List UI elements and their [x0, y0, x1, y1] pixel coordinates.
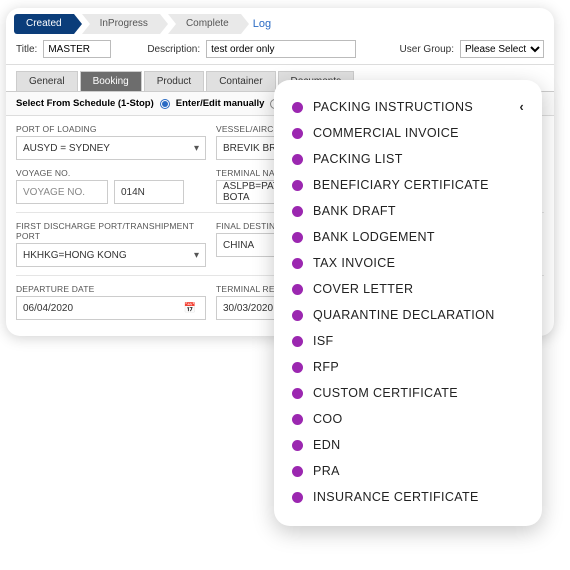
schedule-select-label: Select From Schedule (1-Stop)	[16, 98, 154, 109]
doc-label: EDN	[313, 438, 341, 452]
doc-label: BANK DRAFT	[313, 204, 396, 218]
doc-item-beneficiary-certificate[interactable]: BENEFICIARY CERTIFICATE	[290, 172, 526, 198]
doc-item-bank-lodgement[interactable]: BANK LODGEMENT	[290, 224, 526, 250]
select-first-discharge[interactable]: HKHKG=HONG KONG ▾	[16, 243, 206, 267]
chevron-left-icon: ‹	[519, 100, 524, 114]
doc-item-isf[interactable]: ISF	[290, 328, 526, 354]
bullet-icon	[292, 232, 303, 243]
bullet-icon	[292, 258, 303, 269]
doc-label: QUARANTINE DECLARATION	[313, 308, 495, 322]
doc-item-packing-instructions[interactable]: PACKING INSTRUCTIONS ‹	[290, 94, 526, 120]
doc-label: RFP	[313, 360, 339, 374]
doc-label: BENEFICIARY CERTIFICATE	[313, 178, 489, 192]
doc-item-packing-list[interactable]: PACKING LIST	[290, 146, 526, 172]
value-departure: 06/04/2020	[23, 303, 73, 314]
bullet-icon	[292, 466, 303, 477]
doc-label: COVER LETTER	[313, 282, 413, 296]
documents-panel: PACKING INSTRUCTIONS ‹ COMMERCIAL INVOIC…	[274, 80, 542, 526]
value-first-discharge: HKHKG=HONG KONG	[23, 250, 127, 261]
bullet-icon	[292, 336, 303, 347]
bullet-icon	[292, 154, 303, 165]
doc-item-insurance-certificate[interactable]: INSURANCE CERTIFICATE	[290, 484, 526, 510]
doc-label: CUSTOM CERTIFICATE	[313, 386, 458, 400]
log-link[interactable]: Log	[253, 18, 271, 30]
doc-label: INSURANCE CERTIFICATE	[313, 490, 479, 504]
doc-item-edn[interactable]: EDN	[290, 432, 526, 458]
doc-item-commercial-invoice[interactable]: COMMERCIAL INVOICE	[290, 120, 526, 146]
doc-item-custom-certificate[interactable]: CUSTOM CERTIFICATE	[290, 380, 526, 406]
bullet-icon	[292, 128, 303, 139]
status-complete[interactable]: Complete	[168, 14, 241, 34]
calendar-icon: 📅	[181, 303, 199, 314]
doc-label: BANK LODGEMENT	[313, 230, 435, 244]
doc-label: COMMERCIAL INVOICE	[313, 126, 459, 140]
doc-label: PACKING LIST	[313, 152, 403, 166]
usergroup-label: User Group:	[400, 44, 454, 55]
input-voyage-val[interactable]: 014N	[114, 180, 184, 204]
doc-label: PACKING INSTRUCTIONS	[313, 100, 473, 114]
doc-item-cover-letter[interactable]: COVER LETTER	[290, 276, 526, 302]
doc-label: ISF	[313, 334, 334, 348]
label-port-loading: PORT OF LOADING	[16, 124, 206, 134]
bullet-icon	[292, 180, 303, 191]
desc-label: Description:	[147, 44, 200, 55]
value-voyage: 014N	[121, 187, 145, 198]
status-row: Created InProgress Complete Log	[6, 8, 554, 38]
doc-item-coo[interactable]: COO	[290, 406, 526, 432]
status-created[interactable]: Created	[14, 14, 74, 34]
doc-item-tax-invoice[interactable]: TAX INVOICE	[290, 250, 526, 276]
status-inprogress[interactable]: InProgress	[82, 14, 160, 34]
select-port-loading[interactable]: AUSYD = SYDNEY ▾	[16, 136, 206, 160]
bullet-icon	[292, 284, 303, 295]
title-label: Title:	[16, 44, 37, 55]
title-input[interactable]	[43, 40, 111, 58]
doc-item-rfp[interactable]: RFP	[290, 354, 526, 380]
doc-label: PRA	[313, 464, 340, 478]
usergroup-select[interactable]: Please Select	[460, 40, 544, 58]
doc-item-quarantine-declaration[interactable]: QUARANTINE DECLARATION	[290, 302, 526, 328]
manual-label: Enter/Edit manually	[176, 98, 265, 109]
bullet-icon	[292, 388, 303, 399]
bullet-icon	[292, 440, 303, 451]
doc-item-bank-draft[interactable]: BANK DRAFT	[290, 198, 526, 224]
bullet-icon	[292, 310, 303, 321]
value-port-loading: AUSYD = SYDNEY	[23, 143, 110, 154]
placeholder-voyage: VOYAGE NO.	[23, 187, 85, 198]
bullet-icon	[292, 362, 303, 373]
label-voyage: VOYAGE NO.	[16, 168, 206, 178]
bullet-icon	[292, 102, 303, 113]
doc-label: TAX INVOICE	[313, 256, 395, 270]
tab-product[interactable]: Product	[144, 71, 204, 91]
radio-schedule[interactable]	[160, 99, 170, 109]
label-departure: DEPARTURE DATE	[16, 284, 206, 294]
chevron-down-icon: ▾	[194, 250, 199, 261]
description-input[interactable]	[206, 40, 356, 58]
bullet-icon	[292, 492, 303, 503]
meta-row: Title: Description: User Group: Please S…	[6, 38, 554, 65]
bullet-icon	[292, 206, 303, 217]
label-first-discharge: FIRST DISCHARGE PORT/TRANSHIPMENT PORT	[16, 221, 206, 241]
tab-container[interactable]: Container	[206, 71, 275, 91]
input-departure-date[interactable]: 06/04/2020 📅	[16, 296, 206, 320]
doc-label: COO	[313, 412, 343, 426]
value-final-dest: CHINA	[223, 240, 254, 251]
tab-booking[interactable]: Booking	[80, 71, 142, 91]
tab-general[interactable]: General	[16, 71, 78, 91]
chevron-down-icon: ▾	[194, 143, 199, 154]
bullet-icon	[292, 414, 303, 425]
input-voyage-no[interactable]: VOYAGE NO.	[16, 180, 108, 204]
doc-item-pra[interactable]: PRA	[290, 458, 526, 484]
